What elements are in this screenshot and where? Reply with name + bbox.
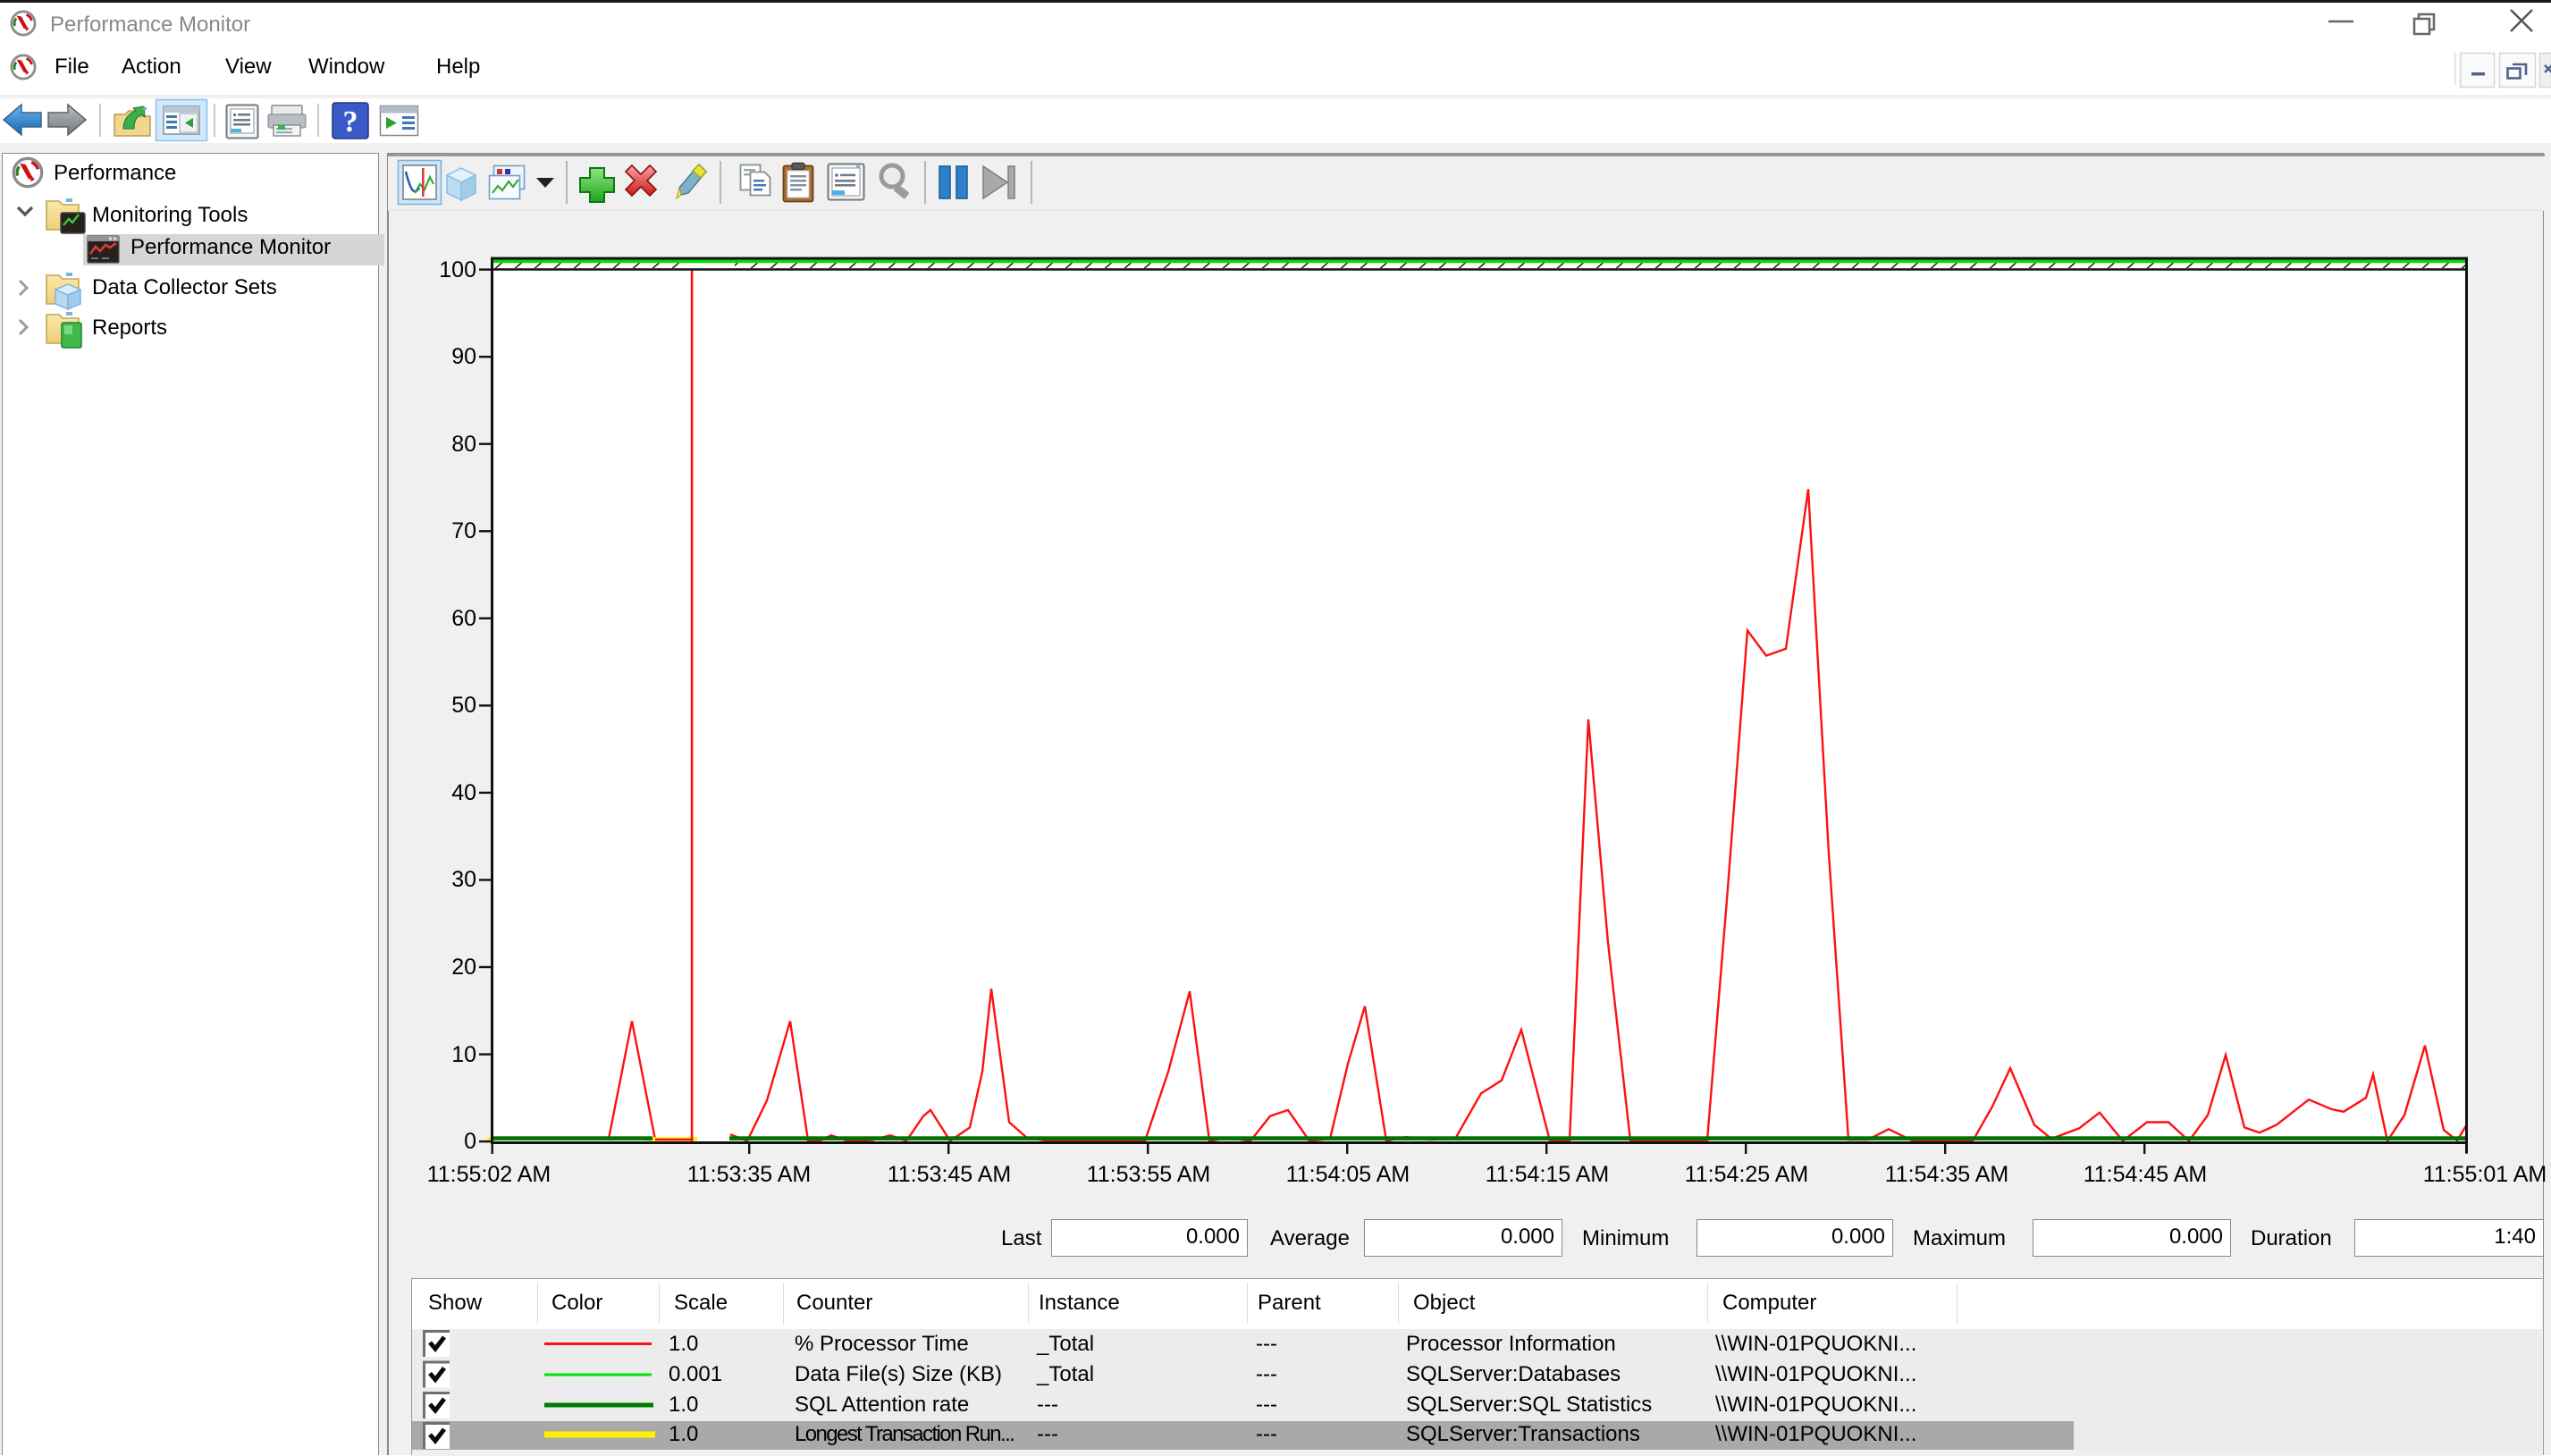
svg-text:11:53:35 AM: 11:53:35 AM xyxy=(687,1162,812,1187)
svg-text:11:54:35 AM: 11:54:35 AM xyxy=(1885,1162,2009,1187)
svg-text:11:54:05 AM: 11:54:05 AM xyxy=(1286,1162,1410,1187)
svg-text:11:54:45 AM: 11:54:45 AM xyxy=(2084,1162,2208,1187)
svg-text:10: 10 xyxy=(451,1042,476,1067)
svg-text:30: 30 xyxy=(451,867,476,892)
svg-text:0: 0 xyxy=(464,1129,476,1154)
svg-text:60: 60 xyxy=(451,606,476,631)
svg-text:11:53:45 AM: 11:53:45 AM xyxy=(888,1162,1012,1187)
svg-text:90: 90 xyxy=(451,344,476,369)
svg-text:11:55:02 AM: 11:55:02 AM xyxy=(427,1162,551,1187)
svg-text:11:54:25 AM: 11:54:25 AM xyxy=(1685,1162,1809,1187)
svg-text:40: 40 xyxy=(451,780,476,805)
svg-text:11:53:55 AM: 11:53:55 AM xyxy=(1087,1162,1211,1187)
svg-text:80: 80 xyxy=(451,432,476,457)
svg-text:100: 100 xyxy=(439,257,476,282)
svg-text:11:54:15 AM: 11:54:15 AM xyxy=(1486,1162,1610,1187)
svg-text:20: 20 xyxy=(451,955,476,980)
svg-text:50: 50 xyxy=(451,693,476,718)
svg-text:11:55:01 AM: 11:55:01 AM xyxy=(2423,1162,2547,1187)
svg-text:70: 70 xyxy=(451,518,476,543)
